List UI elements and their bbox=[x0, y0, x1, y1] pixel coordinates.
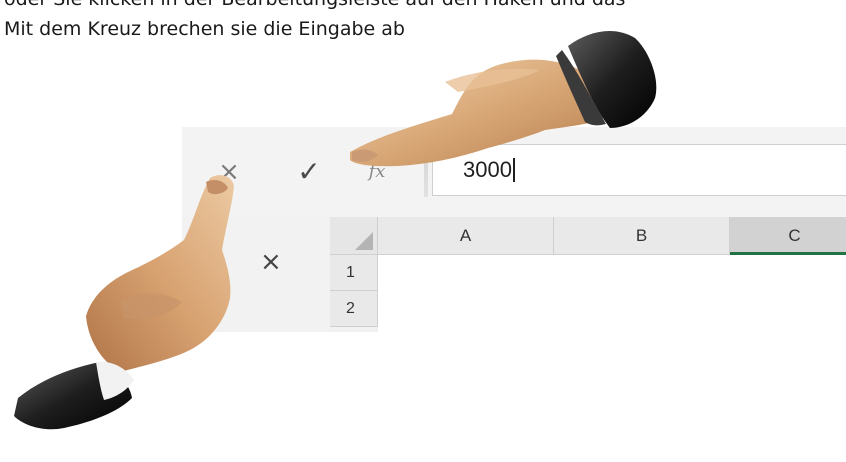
upper-hand bbox=[350, 31, 657, 167]
lower-hand bbox=[14, 175, 234, 430]
pointing-hand-icon bbox=[14, 31, 657, 430]
tutorial-screenshot: oder Sie klicken in der Bearbeitungsleis… bbox=[0, 0, 846, 462]
